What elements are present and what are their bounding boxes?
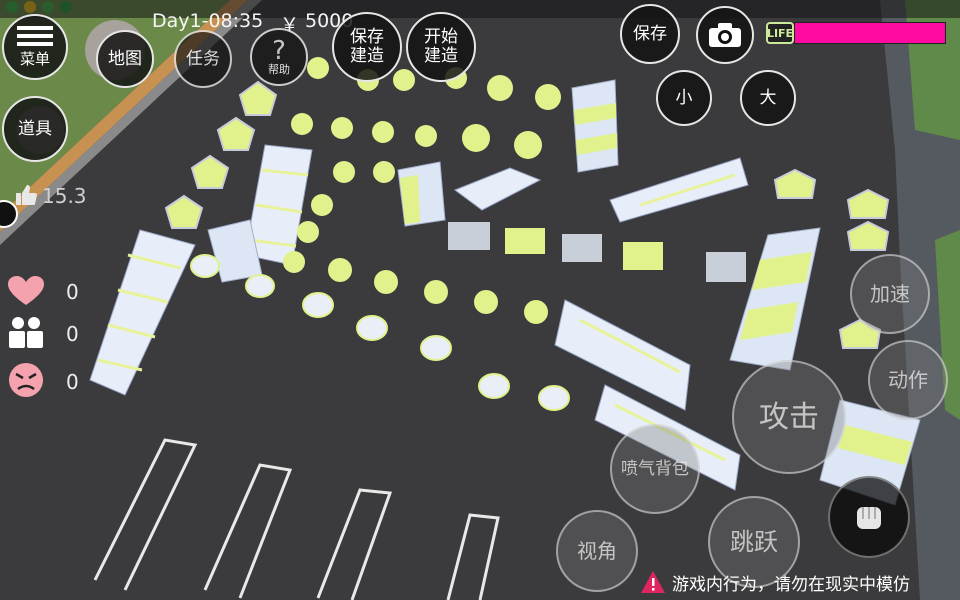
accelerate-label: 加速 bbox=[870, 281, 910, 306]
items-button[interactable]: 道具 bbox=[2, 96, 68, 162]
action-button[interactable]: 动作 bbox=[868, 340, 948, 420]
small-button[interactable]: 小 bbox=[656, 70, 712, 126]
start-build-line2: 建造 bbox=[424, 46, 458, 66]
save-build-button[interactable]: 保存 建造 bbox=[332, 12, 402, 82]
map-button[interactable]: 地图 bbox=[96, 30, 154, 88]
save-label: 保存 bbox=[633, 23, 667, 44]
attack-label: 攻击 bbox=[759, 399, 819, 435]
jump-label: 跳跃 bbox=[730, 527, 778, 556]
start-build-line1: 开始 bbox=[424, 27, 458, 47]
view-button[interactable]: 视角 bbox=[556, 510, 638, 592]
top-bar bbox=[0, 0, 960, 18]
menu-label: 菜单 bbox=[19, 49, 50, 68]
map-label: 地图 bbox=[108, 48, 142, 69]
hamburger-icon bbox=[17, 25, 53, 46]
help-label: 帮助 bbox=[268, 63, 290, 76]
save-build-line1: 保存 bbox=[350, 27, 384, 47]
life-bar-fill bbox=[795, 23, 945, 43]
help-button[interactable]: ? 帮助 bbox=[250, 28, 308, 86]
camera-button[interactable] bbox=[696, 6, 754, 64]
action-label: 动作 bbox=[888, 367, 928, 392]
heart-icon bbox=[8, 276, 44, 310]
large-button[interactable]: 大 bbox=[740, 70, 796, 126]
camera-icon bbox=[709, 23, 741, 47]
game-scene bbox=[0, 0, 960, 600]
view-label: 视角 bbox=[577, 538, 617, 563]
day-time: Day1-08:35 bbox=[152, 10, 264, 32]
task-button[interactable]: 任务 bbox=[174, 30, 232, 88]
task-label: 任务 bbox=[186, 48, 220, 69]
jetpack-label: 喷气背包 bbox=[621, 458, 689, 479]
warning-icon bbox=[641, 571, 665, 593]
punch-button[interactable] bbox=[828, 476, 910, 558]
heart-count: 0 bbox=[66, 280, 79, 304]
life-bar bbox=[794, 22, 946, 44]
start-build-button[interactable]: 开始 建造 bbox=[406, 12, 476, 82]
large-label: 大 bbox=[759, 87, 777, 108]
accelerate-button[interactable]: 加速 bbox=[850, 254, 930, 334]
warning-text: 游戏内行为，请勿在现实中模仿 bbox=[672, 574, 910, 595]
small-label: 小 bbox=[675, 87, 693, 108]
attack-button[interactable]: 攻击 bbox=[732, 360, 846, 474]
thumbs-up-icon bbox=[14, 183, 38, 207]
save-build-line2: 建造 bbox=[350, 46, 384, 66]
items-label: 道具 bbox=[18, 118, 52, 139]
angry-count: 0 bbox=[66, 370, 79, 394]
fist-icon bbox=[857, 507, 881, 529]
menu-button[interactable]: 菜单 bbox=[2, 14, 68, 80]
friends-count: 0 bbox=[66, 322, 79, 346]
like-count: 15.3 bbox=[42, 184, 87, 208]
save-button[interactable]: 保存 bbox=[620, 4, 680, 64]
jetpack-button[interactable]: 喷气背包 bbox=[610, 424, 700, 514]
friends-icon bbox=[8, 316, 44, 352]
question-icon: ? bbox=[272, 36, 286, 66]
angry-face-icon bbox=[8, 362, 44, 402]
life-label: LIFE bbox=[766, 22, 794, 44]
warning-notice: 游戏内行为，请勿在现实中模仿 bbox=[640, 568, 910, 596]
